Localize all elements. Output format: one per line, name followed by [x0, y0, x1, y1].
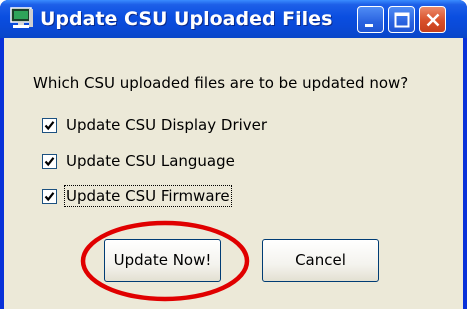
option-label: Update CSU Language — [66, 152, 235, 170]
dialog-window: Update CSU Uploaded Files Which CSU uplo… — [0, 0, 467, 309]
maximize-icon — [394, 12, 410, 28]
minimize-icon — [365, 24, 373, 27]
minimize-button[interactable] — [357, 6, 384, 33]
checkbox-language[interactable] — [42, 154, 57, 169]
update-now-button[interactable]: Update Now! — [104, 239, 221, 282]
checkmark-icon — [44, 157, 55, 167]
prompt-text: Which CSU uploaded files are to be updat… — [33, 74, 409, 92]
dialog-body: Which CSU uploaded files are to be updat… — [4, 38, 463, 309]
title-bar[interactable]: Update CSU Uploaded Files — [0, 0, 467, 38]
window-title: Update CSU Uploaded Files — [40, 8, 333, 30]
close-button[interactable] — [419, 6, 446, 33]
maximize-button[interactable] — [388, 6, 415, 33]
option-label: Update CSU Display Driver — [66, 116, 268, 134]
app-monitor-icon — [10, 7, 34, 29]
checkmark-icon — [44, 121, 55, 131]
checkbox-display-driver[interactable] — [42, 118, 57, 133]
option-label: Update CSU Firmware — [64, 185, 232, 207]
cancel-button[interactable]: Cancel — [262, 239, 379, 282]
checkbox-firmware[interactable] — [42, 189, 57, 204]
checkmark-icon — [44, 192, 55, 202]
close-icon — [426, 13, 440, 27]
